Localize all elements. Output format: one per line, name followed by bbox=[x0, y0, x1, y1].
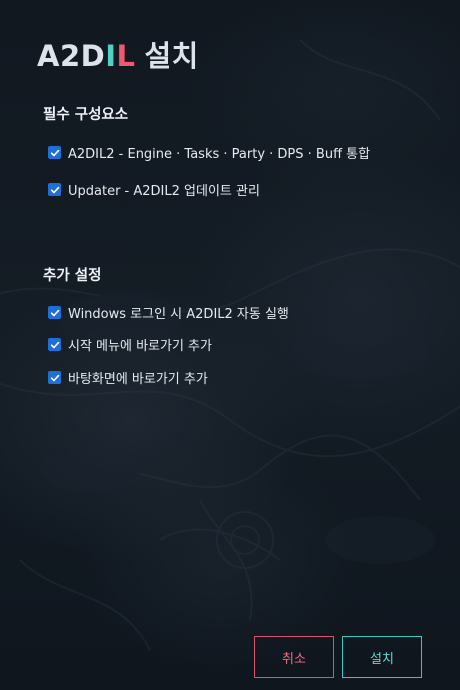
option-autostart[interactable]: Windows 로그인 시 A2DIL2 자동 실행 bbox=[48, 303, 289, 322]
checkmark-icon bbox=[50, 341, 59, 348]
installer-window: A2D I L 설치 필수 구성요소 A2DIL2 - Engine · Tasks … bbox=[0, 0, 460, 690]
checkbox-start-menu-shortcut[interactable] bbox=[48, 338, 61, 351]
option-start-menu-shortcut[interactable]: 시작 메뉴에 바로가기 추가 bbox=[48, 335, 212, 354]
checkmark-icon bbox=[50, 186, 59, 193]
install-button[interactable]: 설치 bbox=[342, 636, 422, 678]
checkbox-desktop-shortcut[interactable] bbox=[48, 371, 61, 384]
checkmark-icon bbox=[50, 309, 59, 316]
option-label: Windows 로그인 시 A2DIL2 자동 실행 bbox=[68, 307, 289, 322]
option-label: A2DIL2 - Engine · Tasks · Party · DPS · … bbox=[68, 147, 371, 162]
checkbox-updater[interactable] bbox=[48, 183, 61, 196]
title-brand-a2d: A2D bbox=[37, 39, 106, 73]
option-label: Updater - A2DIL2 업데이트 관리 bbox=[68, 184, 260, 199]
checkbox-a2dil2-core[interactable] bbox=[48, 146, 61, 159]
checkmark-icon bbox=[50, 149, 59, 156]
title-brand-i: I bbox=[105, 39, 117, 73]
option-updater[interactable]: Updater - A2DIL2 업데이트 관리 bbox=[48, 180, 260, 199]
option-desktop-shortcut[interactable]: 바탕화면에 바로가기 추가 bbox=[48, 368, 208, 387]
option-label: 바탕화면에 바로가기 추가 bbox=[68, 372, 208, 387]
cancel-button[interactable]: 취소 bbox=[254, 636, 334, 678]
section-required-heading: 필수 구성요소 bbox=[43, 107, 129, 123]
window-title: A2D I L 설치 bbox=[37, 33, 199, 75]
checkbox-autostart[interactable] bbox=[48, 306, 61, 319]
title-suffix: 설치 bbox=[144, 39, 199, 73]
option-a2dil2-core[interactable]: A2DIL2 - Engine · Tasks · Party · DPS · … bbox=[48, 143, 370, 162]
section-extra-heading: 추가 설정 bbox=[43, 268, 102, 284]
option-label: 시작 메뉴에 바로가기 추가 bbox=[68, 339, 212, 354]
checkmark-icon bbox=[50, 374, 59, 381]
title-brand-l: L bbox=[116, 39, 136, 73]
